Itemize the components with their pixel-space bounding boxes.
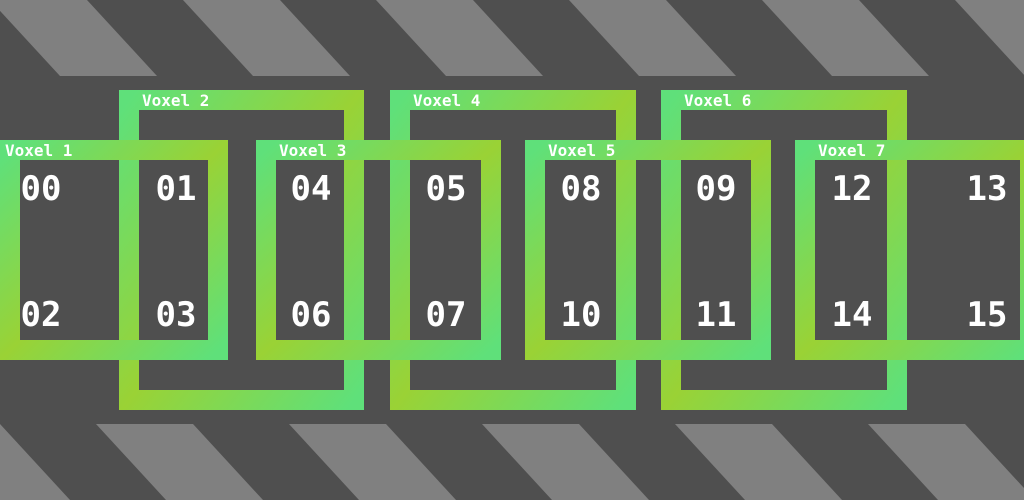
stripe — [675, 424, 842, 500]
voxel-label-7: Voxel 7 — [818, 141, 885, 160]
stripe — [183, 0, 350, 76]
hazard-stripes-top — [0, 0, 1024, 76]
cell-number: 11 — [696, 295, 737, 335]
cell-number: 08 — [561, 169, 602, 209]
cell-number: 05 — [426, 169, 467, 209]
stripe — [762, 0, 929, 76]
stripe — [868, 424, 1024, 500]
cell-numbers: 00 02 01 03 04 06 05 07 08 10 09 11 12 14 13 15 — [21, 169, 1008, 335]
cell-number: 10 — [561, 295, 602, 335]
cell-number: 04 — [291, 169, 332, 209]
cell-number: 13 — [967, 169, 1008, 209]
voxel-label-1: Voxel 1 — [5, 141, 72, 160]
stripe — [96, 424, 263, 500]
voxel-diagram: Voxel 1 Voxel 2 Voxel 3 Voxel 4 Voxel 5 Voxel… — [0, 0, 1024, 500]
stripe — [955, 0, 1024, 75]
stripe — [569, 0, 736, 76]
cell-number: 02 — [21, 295, 62, 335]
cell-number: 03 — [156, 295, 197, 335]
cell-number: 07 — [426, 295, 467, 335]
voxel-label-2: Voxel 2 — [142, 91, 209, 110]
cell-number: 15 — [967, 295, 1008, 335]
cell-number: 09 — [696, 169, 737, 209]
cell-number: 14 — [832, 295, 873, 335]
diagram-canvas: Voxel 1 Voxel 2 Voxel 3 Voxel 4 Voxel 5 Voxel… — [0, 0, 1024, 500]
stripe — [0, 424, 70, 500]
cell-number: 06 — [291, 295, 332, 335]
voxel-label-3: Voxel 3 — [279, 141, 346, 160]
stripe — [482, 424, 649, 500]
stripe — [0, 0, 157, 76]
stripe — [376, 0, 543, 76]
cell-number: 12 — [832, 169, 873, 209]
cell-number: 01 — [156, 169, 197, 209]
voxel-label-5: Voxel 5 — [548, 141, 615, 160]
voxel-label-6: Voxel 6 — [684, 91, 751, 110]
hazard-stripes-bottom — [0, 424, 1024, 500]
voxel-label-4: Voxel 4 — [413, 91, 480, 110]
stripe — [289, 424, 456, 500]
cell-number: 00 — [21, 169, 62, 209]
